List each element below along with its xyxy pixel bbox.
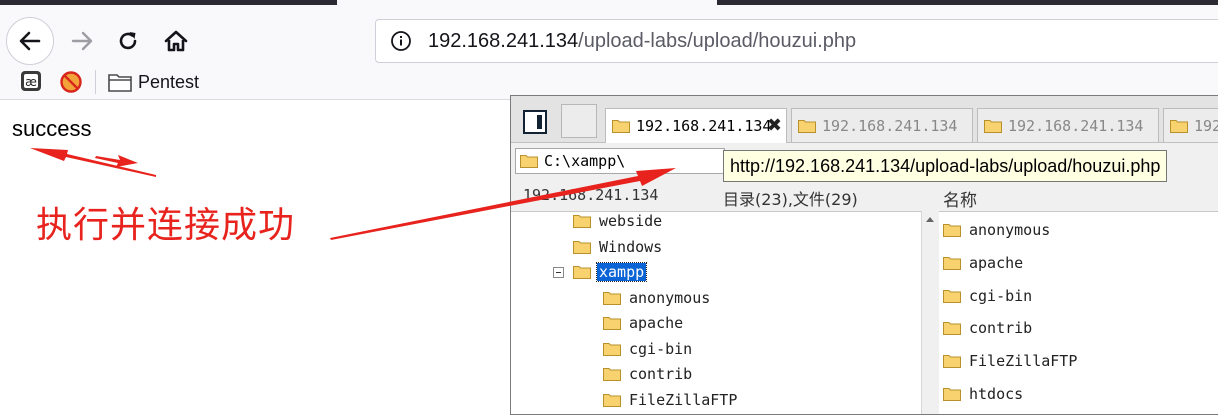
folder-icon xyxy=(943,223,961,237)
url-host: 192.168.241.134 xyxy=(428,29,579,52)
folder-icon xyxy=(612,119,630,133)
collapse-toggle[interactable] xyxy=(553,267,564,278)
url-path: /upload-labs/upload/houzui.php xyxy=(578,29,857,52)
bookmark-separator xyxy=(95,70,96,94)
folder-icon xyxy=(1170,119,1188,133)
list-item[interactable]: contrib xyxy=(943,316,1032,340)
folder-icon xyxy=(603,367,621,381)
list-item-label: anonymous xyxy=(969,221,1051,239)
tree-item[interactable]: Windows xyxy=(573,235,662,259)
folder-tree[interactable]: webside Windows xampp anonymous apache cgi-bi… xyxy=(511,209,921,414)
list-item-label: cgi-bin xyxy=(969,286,1033,305)
arrow-squiggle xyxy=(95,155,138,167)
folder-icon xyxy=(573,214,591,228)
url-tooltip: http://192.168.241.134/upload-labs/uploa… xyxy=(723,150,1168,182)
arrow-to-success xyxy=(30,148,156,177)
tree-item-label: Windows xyxy=(599,237,663,256)
tab-label: 192.168.241.134 xyxy=(636,117,772,135)
list-item[interactable]: htdocs xyxy=(943,382,1023,406)
svg-text:æ: æ xyxy=(25,75,37,89)
list-item-label: htdocs xyxy=(969,385,1024,403)
name-column-header[interactable]: 名称 xyxy=(943,186,977,211)
path-text: C:\xampp\ xyxy=(544,152,626,170)
ae-extension-icon: æ xyxy=(21,71,41,91)
list-item-label: FileZillaFTP xyxy=(969,352,1078,371)
folder-icon xyxy=(520,154,538,168)
tree-item[interactable]: anonymous xyxy=(603,286,710,310)
list-item[interactable]: apache xyxy=(943,251,1023,275)
tree-item[interactable]: apache xyxy=(603,311,683,335)
folder-icon xyxy=(573,240,591,254)
file-manager-tab[interactable]: 192.168.241.134 xyxy=(791,108,973,142)
list-item-label: contrib xyxy=(969,319,1033,338)
bookmark-extension-a[interactable]: æ xyxy=(20,70,42,92)
tab-label: 192.168.241.134 xyxy=(1008,116,1144,135)
tree-item[interactable]: FileZillaFTP xyxy=(603,388,737,412)
bookmark-folder-pentest[interactable]: Pentest xyxy=(108,70,199,94)
folder-icon xyxy=(603,342,621,356)
forward-button[interactable] xyxy=(62,21,102,61)
tree-item-label: apache xyxy=(629,314,684,332)
tree-item-label: xampp xyxy=(595,262,648,282)
file-manager-tab[interactable]: 192.168.241.134 ✖ xyxy=(605,108,787,143)
scroll-up-icon[interactable] xyxy=(926,217,934,222)
back-button[interactable] xyxy=(6,17,54,65)
folder-icon xyxy=(943,387,961,401)
back-arrow-icon xyxy=(19,31,41,51)
folder-icon xyxy=(943,289,961,303)
folder-icon xyxy=(798,119,816,133)
folder-icon xyxy=(984,119,1002,133)
folder-icon xyxy=(603,393,621,407)
file-manager-tab[interactable]: 192.168.241.134 xyxy=(1163,108,1218,142)
folder-icon xyxy=(943,354,961,369)
item-count: 目录(23),文件(29) xyxy=(723,190,858,209)
folder-icon xyxy=(603,291,621,305)
file-list[interactable]: anonymous apache cgi-bin contrib FileZillaFT… xyxy=(939,211,1218,414)
folder-icon xyxy=(108,74,132,92)
url-text[interactable]: 192.168.241.134/upload-labs/upload/houzu… xyxy=(428,30,856,53)
tree-item[interactable]: contrib xyxy=(603,362,692,386)
close-tab-icon[interactable]: ✖ xyxy=(767,115,782,136)
tree-item[interactable]: cgi-bin xyxy=(603,337,692,361)
panel-toggle-button[interactable] xyxy=(523,110,547,134)
reload-icon xyxy=(119,32,137,50)
bookmark-label: Pentest xyxy=(138,71,200,92)
home-button[interactable] xyxy=(156,21,196,61)
home-icon xyxy=(164,30,188,52)
tree-item-label: FileZillaFTP xyxy=(629,390,738,409)
tab-label: 192.168.241.134 xyxy=(822,116,958,135)
address-bar[interactable]: 192.168.241.134/upload-labs/upload/houzu… xyxy=(375,19,1218,63)
folder-icon xyxy=(603,316,621,330)
reload-button[interactable] xyxy=(108,21,148,61)
tree-item-label: anonymous xyxy=(629,288,711,307)
file-manager-window: C:\xampp\ 192.168.241.134 目录(23),文件(29) … xyxy=(510,95,1218,415)
tree-item[interactable]: xampp xyxy=(573,260,648,284)
site-info-icon[interactable] xyxy=(390,30,412,52)
tree-item-label: contrib xyxy=(629,365,693,383)
list-item-label: apache xyxy=(969,253,1024,272)
tree-scrollbar[interactable] xyxy=(921,211,938,414)
host-label: 192.168.241.134 xyxy=(523,186,659,204)
folder-icon xyxy=(943,321,961,336)
bookmark-extension-b[interactable] xyxy=(59,70,83,94)
annotation-text: 执行并连接成功 xyxy=(36,205,296,246)
tab-label: 192.168.241.134 xyxy=(1194,116,1218,135)
browser-toolbar: 192.168.241.134/upload-labs/upload/houzu… xyxy=(0,5,1218,68)
list-item[interactable]: anonymous xyxy=(943,218,1050,242)
file-manager-tab[interactable]: 192.168.241.134 xyxy=(977,108,1159,142)
list-item[interactable]: FileZillaFTP xyxy=(943,349,1077,373)
folder-icon xyxy=(573,265,591,279)
empty-tab-button[interactable] xyxy=(561,104,597,138)
response-text: success xyxy=(12,116,92,141)
forward-arrow-icon xyxy=(71,31,93,51)
list-item[interactable]: cgi-bin xyxy=(943,284,1032,308)
path-field[interactable]: C:\xampp\ xyxy=(515,148,725,174)
folder-icon xyxy=(943,256,961,270)
blocked-extension-icon xyxy=(60,71,82,93)
tree-item[interactable]: webside xyxy=(573,209,662,233)
tree-item-label: webside xyxy=(599,212,663,230)
tree-item-label: cgi-bin xyxy=(629,339,693,358)
